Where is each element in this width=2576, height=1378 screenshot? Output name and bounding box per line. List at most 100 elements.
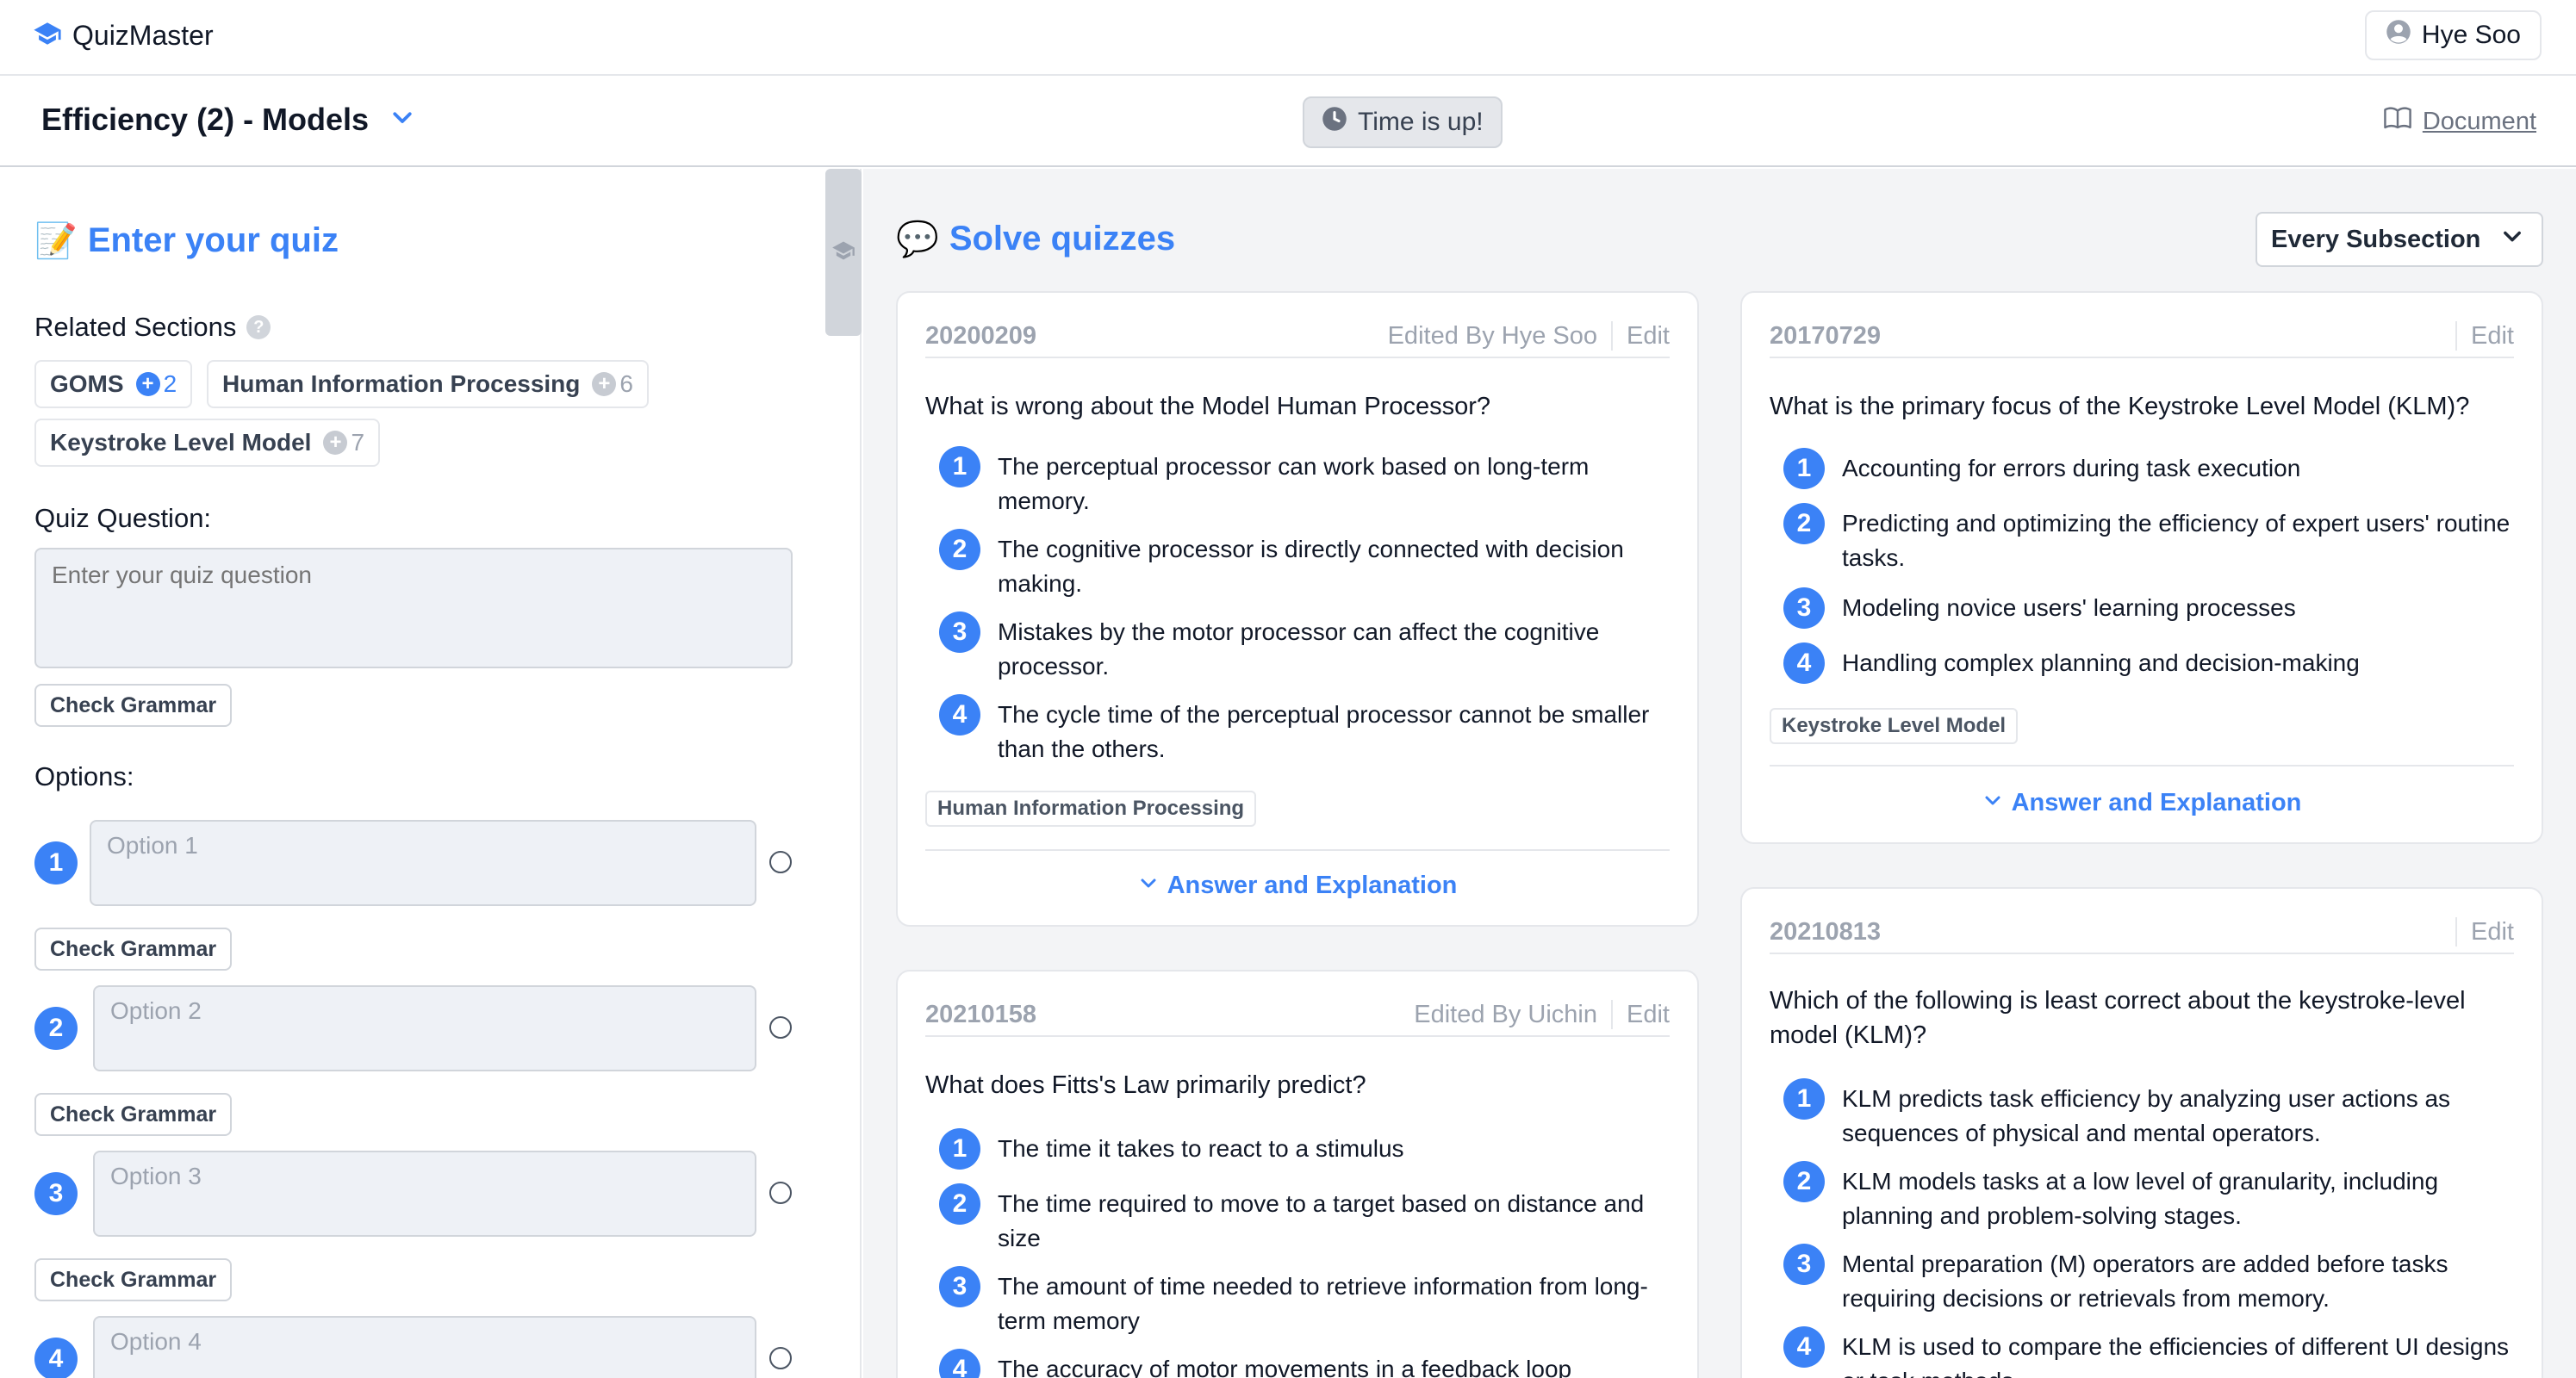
quiz-option[interactable]: 4 Handling complex planning and decision-… [1783,642,2514,684]
option-number: 4 [1783,1326,1825,1368]
plus-icon: + [323,431,348,455]
answer-toggle-label: Answer and Explanation [2011,789,2302,816]
user-avatar-icon [2386,19,2411,52]
solve-quizzes-heading: 💬 Solve quizzes [896,219,1175,259]
section-tag: Human Information Processing [925,791,1257,827]
brand-name: QuizMaster [72,20,214,51]
option-2-correct-radio[interactable] [769,1016,792,1039]
check-grammar-button[interactable]: Check Grammar [34,684,233,727]
graduation-cap-icon [831,239,856,267]
quiz-card-header: 20210813 Edit [1770,911,2514,954]
answer-and-explanation-toggle[interactable]: Answer and Explanation [898,872,1697,900]
panel-collapse-handle[interactable] [825,169,862,336]
option-4-input[interactable]: Option 4 [93,1316,756,1378]
subsection-filter-select[interactable]: Every Subsection [2256,212,2543,267]
option-text: Handling complex planning and decision-m… [1842,649,2360,676]
edit-button[interactable]: Edit [2471,322,2514,351]
quiz-option[interactable]: 3 Modeling novice users' learning process… [1783,587,2514,629]
chip-add[interactable]: +2 [135,370,177,398]
quiz-id: 20200209 [925,321,1037,350]
quiz-option[interactable]: 4 The cycle time of the perceptual proces… [939,694,1670,767]
quiz-option[interactable]: 3 Mental preparation (M) operators are ad… [1783,1244,2514,1316]
quiz-question: What does Fitts's Law primarily predict? [925,1071,1366,1099]
help-icon[interactable]: ? [246,315,271,339]
quiz-card-header: 20170729 Edit [1770,315,2514,358]
sub-header: Efficiency (2) - Models Time is up! Docu… [0,78,2576,167]
divider [1611,321,1614,351]
option-number: 4 [939,1349,980,1378]
option-3-input[interactable]: Option 3 [93,1151,756,1237]
option-number: 4 [34,1338,78,1378]
chip-add[interactable]: +7 [323,429,364,456]
divider [1611,1000,1614,1029]
option-text: Predicting and optimizing the efficiency… [1842,510,2511,571]
user-menu-button[interactable]: Hye Soo [2364,10,2542,60]
quiz-meta: Edit [2442,321,2514,351]
quiz-option[interactable]: 1 KLM predicts task efficiency by analyzi… [1783,1078,2514,1151]
section-chip-goms[interactable]: GOMS +2 [34,360,193,408]
quiz-card: 20200209 Edited By Hye Soo Edit What is … [896,291,1699,927]
option-text: The cycle time of the perceptual process… [998,701,1650,762]
section-chip-keystroke-level-model[interactable]: Keystroke Level Model +7 [34,419,381,467]
answer-and-explanation-toggle[interactable]: Answer and Explanation [1742,789,2542,817]
option-3-correct-radio[interactable] [769,1182,792,1204]
option-text: The time it takes to react to a stimulus [998,1135,1404,1162]
related-sections-label: Related Sections ? [34,312,271,343]
option-number: 4 [939,694,980,736]
check-grammar-button[interactable]: Check Grammar [34,1093,233,1136]
page-title: Efficiency (2) - Models [41,102,370,137]
enter-quiz-heading-text: Enter your quiz [87,221,339,259]
chip-count: 2 [163,370,177,397]
check-grammar-button[interactable]: Check Grammar [34,1258,233,1301]
quiz-option[interactable]: 1 The perceptual processor can work based… [939,446,1670,518]
edit-button[interactable]: Edit [2471,918,2514,947]
chip-label: Keystroke Level Model [50,429,312,456]
chip-count: 6 [619,370,633,397]
answer-toggle-label: Answer and Explanation [1167,872,1458,899]
option-number: 3 [1783,587,1825,629]
option-text: The accuracy of motor movements in a fee… [998,1356,1572,1378]
quiz-option[interactable]: 1 The time it takes to react to a stimulu… [939,1128,1670,1170]
option-text: The time required to move to a target ba… [998,1190,1645,1251]
quiz-option[interactable]: 3 Mistakes by the motor processor can aff… [939,611,1670,684]
option-text: The amount of time needed to retrieve in… [998,1273,1648,1334]
quiz-card-header: 20210158 Edited By Uichin Edit [925,994,1670,1037]
quiz-option[interactable]: 2 The time required to move to a target b… [939,1183,1670,1256]
option-number: 2 [1783,503,1825,544]
graduation-cap-icon [33,19,62,53]
plus-icon: + [135,372,160,396]
option-number: 2 [34,1007,78,1050]
quiz-option[interactable]: 3 The amount of time needed to retrieve i… [939,1266,1670,1338]
option-1-correct-radio[interactable] [769,851,792,873]
section-chip-human-information-processing[interactable]: Human Information Processing +6 [207,360,649,408]
option-4-correct-radio[interactable] [769,1347,792,1369]
chevron-down-icon [389,102,415,138]
check-grammar-button[interactable]: Check Grammar [34,928,233,971]
option-number: 1 [1783,448,1825,489]
quiz-option[interactable]: 4 The accuracy of motor movements in a fe… [939,1349,1670,1378]
document-link[interactable]: Document [2383,105,2536,138]
edit-button[interactable]: Edit [1627,322,1670,351]
option-2-input[interactable]: Option 2 [93,985,756,1071]
option-1-input[interactable]: Option 1 [90,820,756,906]
option-text: Mistakes by the motor processor can affe… [998,618,1600,680]
quiz-id: 20210158 [925,1000,1037,1028]
book-open-icon [2383,105,2412,138]
option-number: 1 [939,446,980,487]
quiz-option[interactable]: 1 Accounting for errors during task execu… [1783,448,2514,489]
brand[interactable]: QuizMaster [33,19,214,53]
lecture-selector[interactable]: Efficiency (2) - Models [41,102,415,138]
option-text: The cognitive processor is directly conn… [998,536,1624,597]
divider [1770,765,2514,767]
option-text: Mental preparation (M) operators are add… [1842,1251,2448,1312]
quiz-question-input[interactable] [34,548,793,668]
quiz-option[interactable]: 2 Predicting and optimizing the efficienc… [1783,503,2514,575]
edit-button[interactable]: Edit [1627,1001,1670,1029]
chip-add[interactable]: +6 [592,370,633,398]
divider [2455,321,2458,351]
quiz-option[interactable]: 2 The cognitive processor is directly con… [939,529,1670,601]
quiz-option[interactable]: 2 KLM models tasks at a low level of gran… [1783,1161,2514,1233]
quiz-option[interactable]: 4 KLM is used to compare the efficiencies… [1783,1326,2514,1378]
options-label: Options: [34,761,134,791]
user-name: Hye Soo [2421,21,2521,49]
